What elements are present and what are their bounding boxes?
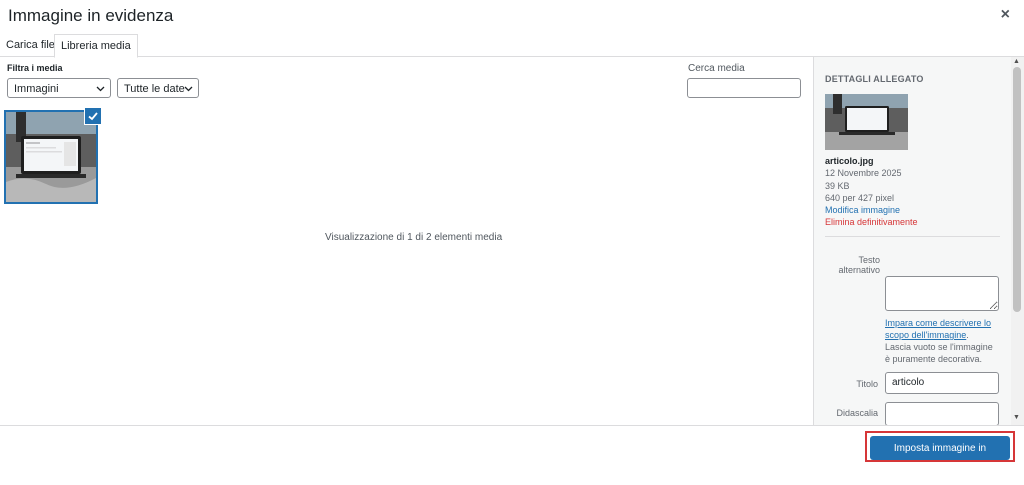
tab-upload-files[interactable]: Carica file (0, 34, 61, 56)
scroll-up-arrow-icon[interactable]: ▲ (1013, 58, 1020, 65)
tab-bar (0, 32, 1024, 57)
tab-media-library[interactable]: Libreria media (54, 34, 138, 58)
close-icon[interactable]: × (1001, 6, 1010, 24)
laptop-photo-image (6, 112, 96, 202)
search-label: Cerca media (688, 63, 745, 74)
media-type-select-value: Immagini (14, 83, 59, 95)
chevron-down-icon (184, 79, 193, 106)
caption-label: Didascalia (836, 408, 878, 418)
attachment-date: 12 Novembre 2025 (825, 168, 902, 178)
alt-text-field[interactable] (885, 276, 999, 311)
title-field[interactable]: articolo (885, 372, 999, 394)
search-input[interactable] (687, 78, 801, 98)
filter-label: Filtra i media (7, 63, 63, 73)
alt-text-help: Impara come descrivere lo scopo dell'imm… (885, 318, 993, 364)
attachment-size: 39 KB (825, 181, 850, 191)
edit-image-link[interactable]: Modifica immagine (825, 205, 900, 215)
selected-checkmark-icon[interactable] (84, 107, 102, 125)
scrollbar-thumb[interactable] (1013, 67, 1021, 312)
alt-text-help-link[interactable]: Impara come descrivere lo scopo dell'imm… (885, 318, 991, 340)
attachment-details-heading: DETTAGLI ALLEGATO (825, 74, 924, 84)
date-select[interactable]: Tutte le date (117, 78, 199, 98)
alt-text-label: Testo alternativo (838, 255, 880, 275)
media-count-text: Visualizzazione di 1 di 2 elementi media (325, 232, 503, 243)
attachment-filename: articolo.jpg (825, 156, 874, 166)
title-label: Titolo (856, 379, 878, 389)
media-type-select[interactable]: Immagini (7, 78, 111, 98)
attachment-preview-image (825, 94, 908, 150)
caption-field[interactable] (885, 402, 999, 426)
details-divider (825, 236, 1000, 237)
attachment-dimensions: 640 per 427 pixel (825, 193, 895, 203)
scroll-down-arrow-icon[interactable]: ▼ (1013, 414, 1020, 421)
chevron-down-icon (96, 79, 105, 106)
date-select-value: Tutte le date (124, 83, 185, 95)
delete-permanently-link[interactable]: Elimina definitivamente (825, 217, 918, 227)
dialog-title: Immagine in evidenza (8, 6, 174, 25)
set-featured-image-button[interactable]: Imposta immagine in evidenza (870, 436, 1010, 478)
